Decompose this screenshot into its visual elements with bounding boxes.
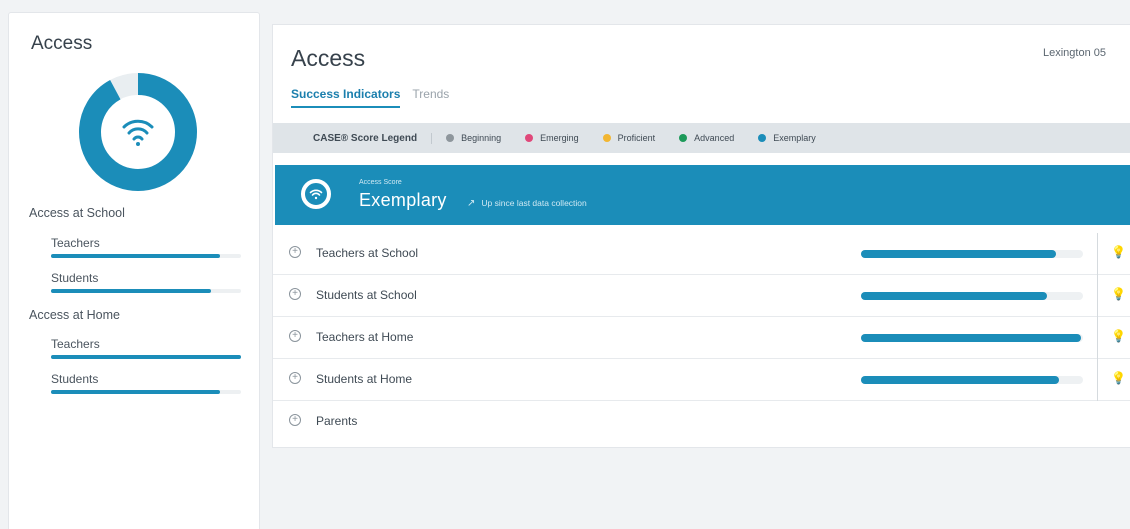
sidebar-item-students-home[interactable]: Students (51, 372, 241, 394)
school-name: Lexington 05 (1043, 47, 1106, 59)
expand-icon[interactable]: + (289, 330, 301, 342)
progress-track (51, 355, 241, 359)
lightbulb-icon[interactable]: 💡 (1111, 329, 1126, 343)
legend-label: Emerging (540, 133, 579, 143)
sidebar-card: Access Access at School Teachers Student… (8, 12, 260, 529)
legend-label: Proficient (617, 133, 656, 143)
access-donut (77, 71, 199, 193)
indicator-label: Parents (316, 414, 358, 428)
legend-label: Beginning (461, 133, 502, 143)
group-label-school: Access at School (29, 206, 125, 220)
indicator-label: Students at Home (316, 372, 413, 386)
score-bar-track (861, 250, 1083, 258)
sidebar-item-teachers-home[interactable]: Teachers (51, 337, 241, 359)
sidebar-item-label: Students (51, 271, 99, 285)
legend-dot (446, 134, 455, 142)
score-bar-fill (861, 334, 1081, 342)
sidebar-item-label: Teachers (51, 337, 100, 351)
legend-item-emerging: Emerging (525, 133, 579, 143)
progress-track (51, 254, 241, 258)
score-bar-fill (861, 250, 1057, 258)
legend-dot (679, 134, 688, 142)
progress-fill (51, 289, 211, 293)
indicator-row-students-school[interactable]: + Students at School 💡 (273, 275, 1130, 317)
expand-icon[interactable]: + (289, 372, 301, 384)
expand-icon[interactable]: + (289, 288, 301, 300)
legend-dot (525, 134, 534, 142)
lightbulb-icon[interactable]: 💡 (1111, 371, 1126, 385)
main-card: Access Lexington 05 Success Indicators T… (272, 24, 1130, 448)
sidebar-title: Access (31, 33, 93, 54)
trend-up-icon: ↗ (467, 198, 476, 209)
legend-label: Exemplary (773, 133, 816, 143)
legend-title: CASE® Score Legend (313, 132, 433, 144)
progress-fill (51, 355, 241, 359)
divider (1097, 275, 1098, 317)
donut-fill (79, 73, 197, 191)
indicator-label: Students at School (316, 288, 417, 302)
sidebar-item-teachers-school[interactable]: Teachers (51, 236, 241, 258)
progress-fill (51, 390, 221, 394)
indicator-row-teachers-school[interactable]: + Teachers at School 💡 (273, 233, 1130, 275)
score-bar-track (861, 334, 1083, 342)
expand-icon[interactable]: + (289, 414, 301, 426)
indicator-row-parents[interactable]: + Parents (273, 401, 1130, 443)
wifi-icon (122, 119, 154, 146)
indicator-label: Teachers at Home (316, 330, 414, 344)
wifi-icon (299, 177, 333, 211)
indicator-row-students-home[interactable]: + Students at Home 💡 (273, 359, 1130, 401)
sidebar-item-label: Teachers (51, 236, 100, 250)
lightbulb-icon[interactable]: 💡 (1111, 245, 1126, 259)
score-bar-track (861, 292, 1083, 300)
legend-item-proficient: Proficient (602, 133, 656, 143)
legend-item-exemplary: Exemplary (758, 133, 816, 143)
tab-bar: Success Indicators Trends (291, 87, 449, 108)
legend-item-beginning: Beginning (446, 133, 501, 143)
banner-label: Access Score (359, 179, 402, 186)
page-title: Access (291, 45, 366, 71)
legend-item-advanced: Advanced (679, 133, 734, 143)
legend-dot (758, 134, 767, 142)
score-bar-track (861, 376, 1083, 384)
trend-text: Up since last data collection (481, 198, 587, 208)
indicator-row-teachers-home[interactable]: + Teachers at Home 💡 (273, 317, 1130, 359)
access-score-banner: Access Score Exemplary ↗ Up since last da… (275, 165, 1130, 225)
divider (1097, 233, 1098, 275)
score-bar-fill (861, 292, 1048, 300)
score-value: Exemplary (359, 190, 447, 210)
sidebar-item-label: Students (51, 372, 99, 386)
donut-chart (79, 73, 197, 191)
tab-success-indicators[interactable]: Success Indicators (291, 87, 401, 108)
score-legend: CASE® Score Legend Beginning Emerging Pr… (273, 123, 1130, 153)
score-bar-fill (861, 376, 1059, 384)
group-label-home: Access at Home (29, 308, 121, 322)
expand-icon[interactable]: + (289, 246, 301, 258)
progress-track (51, 390, 241, 394)
progress-fill (51, 254, 221, 258)
indicator-label: Teachers at School (316, 246, 419, 260)
divider (1097, 317, 1098, 359)
sidebar-item-students-school[interactable]: Students (51, 271, 241, 293)
trend-note: ↗ Up since last data collection (467, 198, 587, 209)
indicator-list: + Teachers at School 💡 + Students at Sch… (273, 233, 1130, 443)
legend-dot (602, 134, 611, 142)
legend-label: Advanced (694, 133, 735, 143)
progress-track (51, 289, 241, 293)
tab-trends[interactable]: Trends (412, 87, 449, 108)
lightbulb-icon[interactable]: 💡 (1111, 287, 1126, 301)
divider (1097, 359, 1098, 401)
